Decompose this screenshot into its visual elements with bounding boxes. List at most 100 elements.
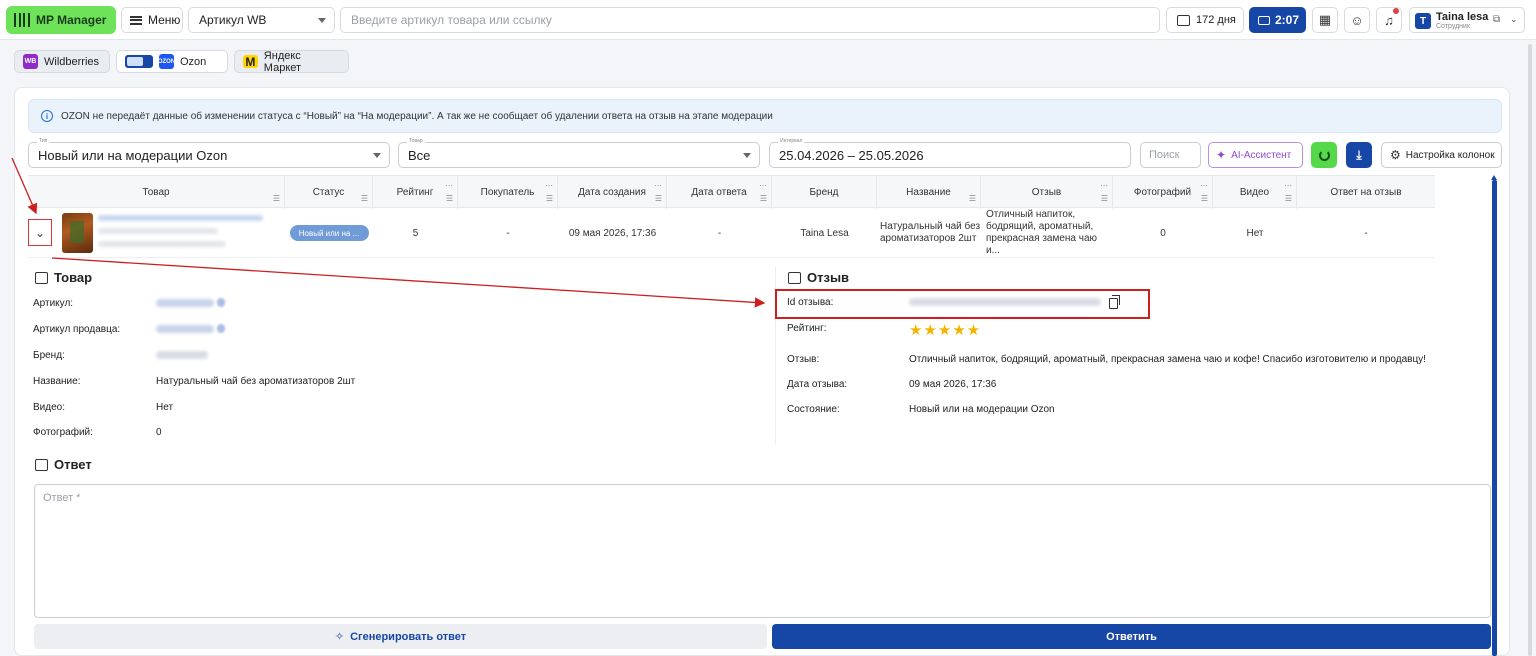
logo-label: MP Manager (36, 13, 107, 27)
column-more-icon[interactable]: ⋯ (445, 182, 453, 190)
column-header-rating[interactable]: Рейтинг ⋯ ☰ (373, 176, 458, 209)
review-date-key: Дата отзыва: (787, 379, 848, 390)
calendar-icon: ▦ (1318, 12, 1332, 27)
tab-yandex-market-label: Яндекс Маркет (263, 49, 302, 74)
photos-key: Фотографий: (33, 427, 93, 438)
column-more-icon[interactable]: ⋯ (545, 182, 553, 190)
user-name: Taina lesa (1436, 11, 1489, 23)
hamburger-icon (130, 15, 142, 25)
tab-ozon-label: Ozon (180, 55, 207, 68)
column-more-icon[interactable]: ⋯ (759, 182, 767, 190)
chevron-down-icon (373, 153, 381, 158)
column-header-photos[interactable]: Фотографий ⋯ ☰ (1113, 176, 1213, 209)
product-title-blurred[interactable] (98, 215, 263, 221)
column-menu-icon[interactable]: ☰ (969, 195, 976, 203)
page-scrollbar[interactable] (1528, 44, 1532, 656)
table-header: Товар ☰ Статус ☰ Рейтинг ⋯ ☰ Покупатель ⋯ ☰ Да… (28, 175, 1435, 209)
download-button[interactable]: ⤓ (1346, 142, 1372, 168)
column-header-label: Ответ на отзыв (1330, 187, 1402, 198)
logo-button[interactable]: MP Manager (6, 6, 116, 34)
column-menu-icon[interactable]: ☰ (760, 195, 767, 203)
product-filter-select[interactable]: Товар Все (398, 138, 760, 168)
days-label: 172 дня (1196, 14, 1236, 26)
product-filter-value: Все (408, 147, 431, 163)
column-menu-icon[interactable]: ☰ (361, 195, 368, 203)
column-header-status[interactable]: Статус ☰ (285, 176, 373, 209)
product-filter-label: Товар (407, 138, 425, 144)
article-type-select[interactable]: Артикул WB (188, 7, 335, 33)
menu-button[interactable]: Меню (121, 7, 183, 33)
copy-icon[interactable] (1109, 295, 1120, 309)
ai-assistant-label: AI-Ассистент (1231, 149, 1292, 161)
answer-textarea[interactable] (34, 484, 1491, 618)
refresh-button[interactable] (1311, 142, 1337, 168)
column-header-label: Дата создания (578, 187, 646, 198)
tab-wildberries[interactable]: WB Wildberries (14, 50, 110, 73)
column-menu-icon[interactable]: ☰ (655, 195, 662, 203)
product-section-label: Товар (54, 270, 93, 285)
copy-icon[interactable]: ⧉ (1493, 14, 1500, 25)
column-header-reply[interactable]: Ответ на отзыв (1297, 176, 1435, 209)
column-header-name[interactable]: Название ☰ (877, 176, 981, 209)
column-more-icon[interactable]: ⋯ (1284, 182, 1292, 190)
column-menu-icon[interactable]: ☰ (446, 195, 453, 203)
refresh-icon (1318, 149, 1330, 161)
column-more-icon[interactable]: ⋯ (654, 182, 662, 190)
generate-answer-button[interactable]: ✧ Сгенерировать ответ (34, 624, 767, 649)
yandex-market-logo-icon: M (243, 55, 258, 69)
user-menu[interactable]: T Taina lesa Сотрудник ⧉ ⌄ (1409, 7, 1525, 33)
video-value: Нет (156, 402, 174, 413)
column-menu-icon[interactable]: ☰ (1201, 195, 1208, 203)
user-role: Сотрудник (1436, 23, 1471, 30)
column-header-label: Статус (312, 187, 345, 198)
article-search-input[interactable] (340, 7, 1160, 33)
timer-button[interactable]: 2:07 (1249, 7, 1306, 33)
column-menu-icon[interactable]: ☰ (273, 195, 280, 203)
ai-assistant-button[interactable]: ✦ AI-Ассистент (1208, 142, 1303, 168)
column-more-icon[interactable]: ⋯ (1100, 182, 1108, 190)
reply-button[interactable]: Ответить (772, 624, 1491, 649)
sparkle-icon: ✧ (334, 631, 345, 643)
column-header-brand[interactable]: Бренд (772, 176, 877, 209)
sparkle-icon: ✦ (1216, 148, 1227, 162)
name-value: Натуральный чай без ароматизаторов 2шт (156, 376, 356, 387)
tab-yandex-market[interactable]: M Яндекс Маркет (234, 49, 349, 74)
column-header-label: Дата ответа (691, 187, 747, 198)
type-filter-select[interactable]: Тип Новый или на модерации Ozon (28, 138, 390, 168)
column-header-buyer[interactable]: Покупатель ⋯ ☰ (458, 176, 558, 209)
column-menu-icon[interactable]: ☰ (1285, 195, 1292, 203)
product-thumbnail[interactable] (62, 213, 93, 253)
article-type-value: Артикул WB (199, 13, 267, 27)
tab-ozon[interactable]: OZON Ozon (116, 50, 228, 73)
column-menu-icon[interactable]: ☰ (546, 195, 553, 203)
column-header-created[interactable]: Дата создания ⋯ ☰ (558, 176, 667, 209)
ozon-toggle[interactable] (125, 55, 153, 68)
column-header-review[interactable]: Отзыв ⋯ ☰ (981, 176, 1113, 209)
column-header-video[interactable]: Видео ⋯ ☰ (1213, 176, 1297, 209)
smile-button[interactable]: ☺ (1344, 7, 1370, 33)
answer-section-title: Ответ (35, 457, 92, 472)
table-search-input[interactable]: Поиск (1140, 142, 1201, 168)
subscription-days-button[interactable]: 172 дня (1166, 7, 1244, 33)
column-more-icon[interactable]: ⋯ (1200, 182, 1208, 190)
copy-icon[interactable] (217, 324, 225, 333)
top-bar: MP Manager Меню Артикул WB 172 дня 2:07 … (0, 0, 1536, 40)
column-header-label: Бренд (809, 187, 839, 198)
column-settings-button[interactable]: ⚙ Настройка колонок (1381, 142, 1502, 168)
column-header-product[interactable]: Товар ☰ (28, 176, 285, 209)
copy-icon[interactable] (217, 298, 225, 307)
column-menu-icon[interactable]: ☰ (1101, 195, 1108, 203)
table-scrollbar[interactable] (1492, 180, 1497, 656)
expand-row-button[interactable]: ⌄ (28, 219, 52, 246)
type-filter-label: Тип (37, 138, 50, 144)
column-header-label: Фотографий (1133, 187, 1192, 198)
chevron-down-icon: ⌄ (1510, 14, 1518, 24)
calendar-button[interactable]: ▦ (1312, 7, 1338, 33)
info-icon: i (41, 110, 53, 122)
column-header-answered[interactable]: Дата ответа ⋯ ☰ (667, 176, 772, 209)
notifications-button[interactable]: ♫ (1376, 7, 1402, 33)
cell-review: Отличный напиток, бодрящий, ароматный, п… (986, 209, 1098, 256)
review-section-title: Отзыв (788, 270, 849, 285)
interval-filter-input[interactable]: Интервал 25.04.2026 – 25.05.2026 (769, 138, 1131, 168)
review-section-label: Отзыв (807, 270, 850, 285)
